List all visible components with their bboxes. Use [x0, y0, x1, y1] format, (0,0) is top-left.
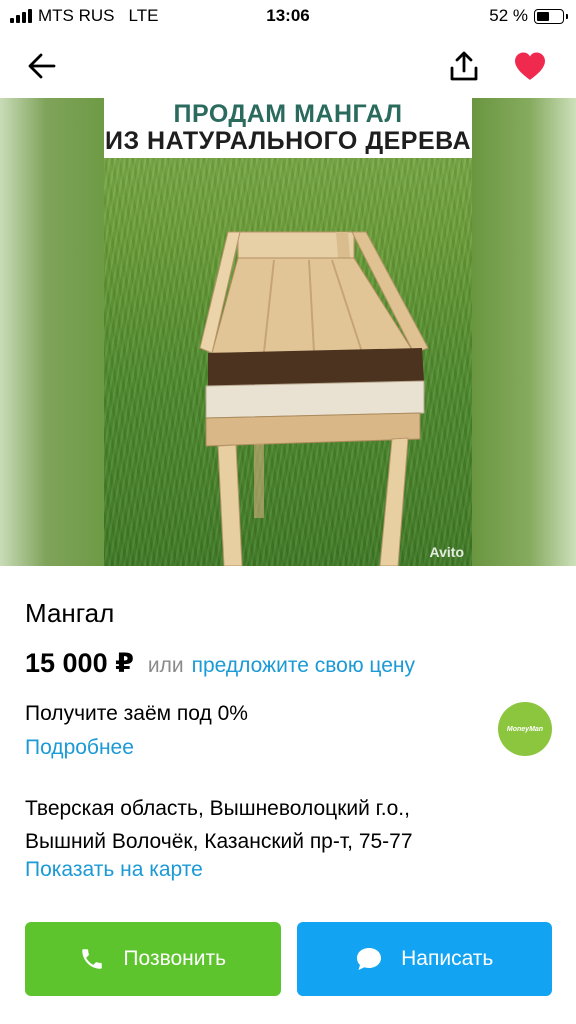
- address-line-2: Вышний Волочёк, Казанский пр-т, 75-77: [25, 830, 413, 853]
- favorite-button[interactable]: [508, 46, 552, 86]
- call-button[interactable]: Позвонить: [25, 922, 281, 996]
- heart-icon: [515, 52, 545, 80]
- battery-icon: [534, 8, 568, 24]
- loan-offer-text: Получите заём под 0%: [25, 702, 248, 725]
- moneyman-logo-text: MoneyMan: [506, 725, 544, 733]
- phone-icon: [82, 949, 103, 969]
- listing-address: Тверская область, Вышневолоцкий г.о., Вы…: [25, 792, 413, 858]
- chat-bubble-icon: [357, 948, 382, 970]
- share-icon: [450, 51, 478, 81]
- price-row: 15 000 ₽ или предложите свою цену: [25, 648, 415, 679]
- status-bar: MTS RUS LTE 13:06 52 %: [0, 0, 576, 34]
- battery-percent: 52 %: [489, 6, 528, 25]
- write-button[interactable]: Написать: [296, 922, 552, 996]
- price-or-text: или: [147, 654, 184, 677]
- status-right: 52 %: [489, 6, 568, 26]
- back-button[interactable]: [22, 48, 62, 84]
- contact-actions: Позвонить Написать: [25, 922, 552, 996]
- share-button[interactable]: [444, 46, 484, 86]
- wooden-planter-image: [199, 231, 429, 566]
- listing-title: Мангал: [25, 598, 115, 628]
- listing-photo[interactable]: ПРОДАМ МАНГАЛ ИЗ НАТУРАЛЬНОГО ДЕРЕВА Avi…: [104, 98, 472, 566]
- photo-caption-line-2: ИЗ НАТУРАЛЬНОГО ДЕРЕВА: [104, 127, 472, 155]
- address-line-1: Тверская область, Вышневолоцкий г.о.,: [25, 797, 410, 820]
- show-on-map-link[interactable]: Показать на карте: [25, 858, 203, 882]
- battery-fill: [537, 11, 550, 21]
- offer-price-link[interactable]: предложите свою цену: [192, 654, 415, 678]
- avito-watermark: Avito: [429, 544, 464, 560]
- loan-details-link[interactable]: Подробнее: [25, 736, 134, 760]
- photo-gallery[interactable]: ПРОДАМ МАНГАЛ ИЗ НАТУРАЛЬНОГО ДЕРЕВА Avi…: [0, 98, 576, 566]
- write-button-label: Написать: [401, 947, 494, 970]
- photo-caption-banner: ПРОДАМ МАНГАЛ ИЗ НАТУРАЛЬНОГО ДЕРЕВА: [104, 98, 472, 158]
- photo-caption-line-1: ПРОДАМ МАНГАЛ: [173, 99, 403, 128]
- call-button-label: Позвонить: [123, 947, 227, 970]
- nav-bar: [0, 36, 576, 96]
- listing-price: 15 000 ₽: [25, 648, 134, 678]
- arrow-left-icon: [28, 53, 56, 79]
- moneyman-logo[interactable]: MoneyMan: [498, 702, 552, 756]
